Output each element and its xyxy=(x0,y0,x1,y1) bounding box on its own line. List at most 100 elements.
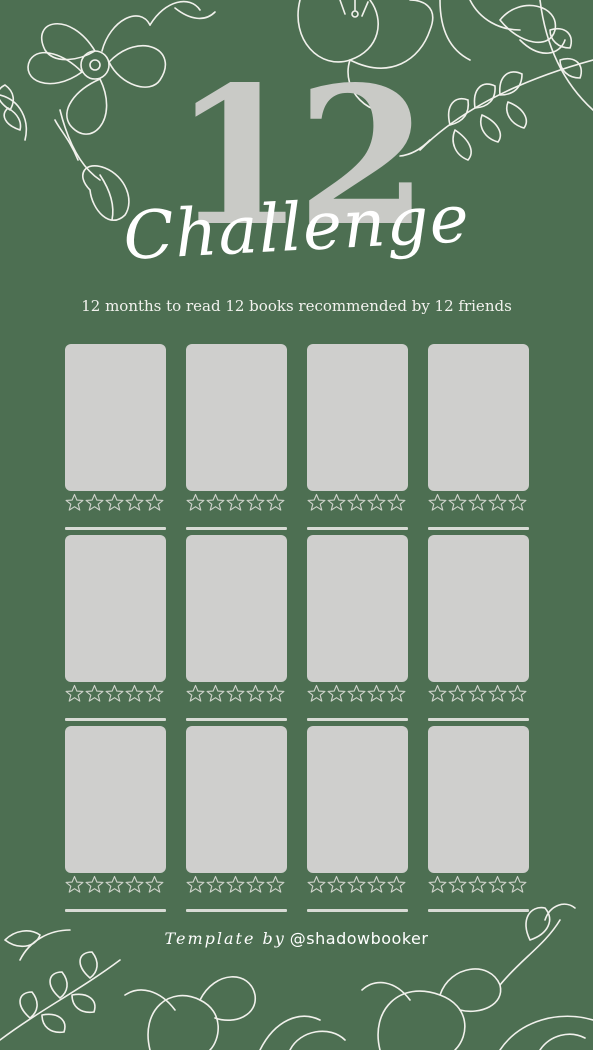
star-icon[interactable] xyxy=(65,875,84,894)
star-icon[interactable] xyxy=(266,493,285,512)
star-icon[interactable] xyxy=(186,684,205,703)
star-rating[interactable] xyxy=(186,684,287,703)
star-icon[interactable] xyxy=(347,493,366,512)
star-icon[interactable] xyxy=(105,493,124,512)
name-line[interactable] xyxy=(65,718,166,721)
star-rating[interactable] xyxy=(428,684,529,703)
star-icon[interactable] xyxy=(508,684,527,703)
star-icon[interactable] xyxy=(307,493,326,512)
name-line[interactable] xyxy=(186,909,287,912)
book-cover-placeholder[interactable] xyxy=(428,344,529,491)
star-icon[interactable] xyxy=(226,684,245,703)
star-icon[interactable] xyxy=(226,493,245,512)
star-icon[interactable] xyxy=(367,493,386,512)
name-line[interactable] xyxy=(428,909,529,912)
star-rating[interactable] xyxy=(307,875,408,894)
star-icon[interactable] xyxy=(387,684,406,703)
star-rating[interactable] xyxy=(186,493,287,512)
star-icon[interactable] xyxy=(307,684,326,703)
star-icon[interactable] xyxy=(327,875,346,894)
star-rating[interactable] xyxy=(65,684,166,703)
star-icon[interactable] xyxy=(206,684,225,703)
star-icon[interactable] xyxy=(186,493,205,512)
book-cover-placeholder[interactable] xyxy=(307,535,408,682)
star-icon[interactable] xyxy=(105,875,124,894)
star-rating[interactable] xyxy=(428,493,529,512)
book-slot[interactable] xyxy=(307,726,408,912)
star-icon[interactable] xyxy=(226,875,245,894)
book-cover-placeholder[interactable] xyxy=(65,344,166,491)
name-line[interactable] xyxy=(428,527,529,530)
star-icon[interactable] xyxy=(448,493,467,512)
star-icon[interactable] xyxy=(125,875,144,894)
book-cover-placeholder[interactable] xyxy=(307,726,408,873)
book-slot[interactable] xyxy=(428,344,529,530)
name-line[interactable] xyxy=(307,527,408,530)
star-icon[interactable] xyxy=(65,684,84,703)
star-icon[interactable] xyxy=(488,493,507,512)
star-icon[interactable] xyxy=(246,684,265,703)
name-line[interactable] xyxy=(428,718,529,721)
star-icon[interactable] xyxy=(347,875,366,894)
name-line[interactable] xyxy=(307,718,408,721)
star-icon[interactable] xyxy=(448,684,467,703)
star-icon[interactable] xyxy=(468,875,487,894)
star-icon[interactable] xyxy=(428,875,447,894)
star-icon[interactable] xyxy=(508,493,527,512)
book-cover-placeholder[interactable] xyxy=(65,726,166,873)
star-icon[interactable] xyxy=(488,684,507,703)
star-rating[interactable] xyxy=(428,875,529,894)
star-icon[interactable] xyxy=(186,875,205,894)
star-icon[interactable] xyxy=(327,684,346,703)
star-rating[interactable] xyxy=(65,875,166,894)
star-icon[interactable] xyxy=(125,493,144,512)
star-rating[interactable] xyxy=(186,875,287,894)
book-cover-placeholder[interactable] xyxy=(186,535,287,682)
star-icon[interactable] xyxy=(266,875,285,894)
star-icon[interactable] xyxy=(428,493,447,512)
book-slot[interactable] xyxy=(65,344,166,530)
star-rating[interactable] xyxy=(307,493,408,512)
star-icon[interactable] xyxy=(387,493,406,512)
book-cover-placeholder[interactable] xyxy=(428,726,529,873)
book-slot[interactable] xyxy=(186,344,287,530)
star-icon[interactable] xyxy=(367,875,386,894)
book-slot[interactable] xyxy=(307,535,408,721)
star-icon[interactable] xyxy=(65,493,84,512)
book-slot[interactable] xyxy=(65,535,166,721)
star-icon[interactable] xyxy=(508,875,527,894)
name-line[interactable] xyxy=(307,909,408,912)
book-cover-placeholder[interactable] xyxy=(65,535,166,682)
star-icon[interactable] xyxy=(367,684,386,703)
name-line[interactable] xyxy=(65,909,166,912)
star-icon[interactable] xyxy=(488,875,507,894)
book-slot[interactable] xyxy=(65,726,166,912)
star-icon[interactable] xyxy=(85,684,104,703)
name-line[interactable] xyxy=(65,527,166,530)
book-slot[interactable] xyxy=(428,535,529,721)
star-icon[interactable] xyxy=(266,684,285,703)
star-icon[interactable] xyxy=(85,875,104,894)
book-cover-placeholder[interactable] xyxy=(307,344,408,491)
book-slot[interactable] xyxy=(307,344,408,530)
star-icon[interactable] xyxy=(468,684,487,703)
star-icon[interactable] xyxy=(246,875,265,894)
star-icon[interactable] xyxy=(468,493,487,512)
book-slot[interactable] xyxy=(186,535,287,721)
star-icon[interactable] xyxy=(206,875,225,894)
star-icon[interactable] xyxy=(428,684,447,703)
star-icon[interactable] xyxy=(145,875,164,894)
book-slot[interactable] xyxy=(186,726,287,912)
star-icon[interactable] xyxy=(327,493,346,512)
star-rating[interactable] xyxy=(307,684,408,703)
star-icon[interactable] xyxy=(105,684,124,703)
star-icon[interactable] xyxy=(145,493,164,512)
star-icon[interactable] xyxy=(85,493,104,512)
star-icon[interactable] xyxy=(307,875,326,894)
star-icon[interactable] xyxy=(347,684,366,703)
book-cover-placeholder[interactable] xyxy=(186,726,287,873)
star-icon[interactable] xyxy=(448,875,467,894)
star-icon[interactable] xyxy=(145,684,164,703)
book-cover-placeholder[interactable] xyxy=(428,535,529,682)
book-cover-placeholder[interactable] xyxy=(186,344,287,491)
